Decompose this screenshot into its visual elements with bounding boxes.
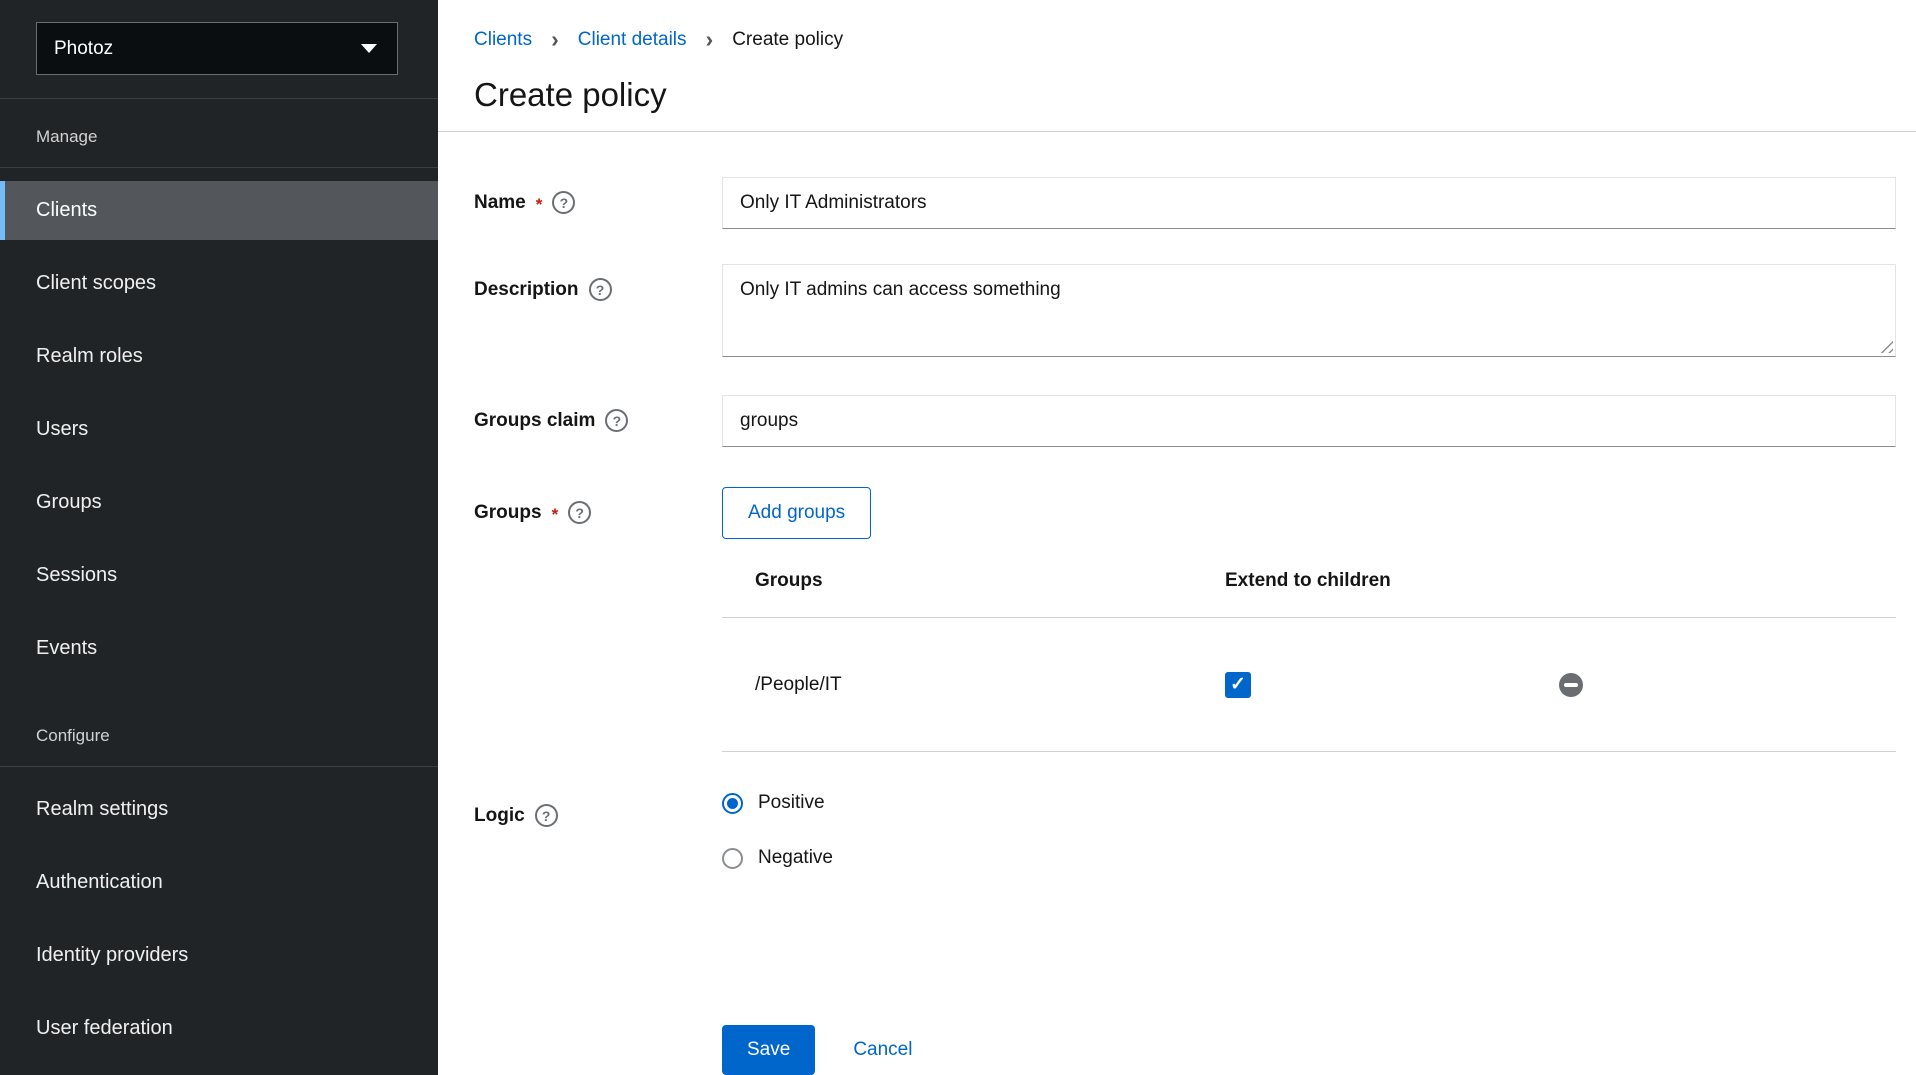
groups-table-header: Groups Extend to children xyxy=(722,552,1896,618)
app-window: Photoz Manage Clients Client scopes Real… xyxy=(0,0,1916,1075)
nav-group-configure: Configure Realm settings Authentication … xyxy=(0,722,438,1058)
logic-label: Logic ? xyxy=(474,790,722,900)
logic-option-negative: Negative xyxy=(722,845,1896,871)
create-policy-form: Name * ? Description ? Only IT admins ca… xyxy=(438,132,1916,1075)
help-icon[interactable]: ? xyxy=(605,409,628,432)
sidebar-item-users[interactable]: Users xyxy=(0,400,438,459)
sidebar-item-client-scopes[interactable]: Client scopes xyxy=(0,254,438,313)
actions-field: Save Cancel xyxy=(722,900,1896,1075)
groups-claim-label-text: Groups claim xyxy=(474,408,595,434)
logic-field: Positive Negative xyxy=(722,790,1896,900)
column-header-groups: Groups xyxy=(722,568,1225,594)
sidebar-item-clients[interactable]: Clients xyxy=(0,181,438,240)
name-row: Name * ? xyxy=(474,177,1896,229)
nav-group-label-configure: Configure xyxy=(0,722,438,767)
description-row: Description ? Only IT admins can access … xyxy=(474,264,1896,357)
breadcrumb-current: Create policy xyxy=(732,30,843,50)
table-row: /People/IT ✓ xyxy=(722,618,1896,752)
nav-group-manage: Manage Clients Client scopes Realm roles… xyxy=(0,123,438,678)
form-actions: Save Cancel xyxy=(722,1025,1896,1075)
positive-radio-label[interactable]: Positive xyxy=(758,790,825,816)
help-icon[interactable]: ? xyxy=(535,804,558,827)
sidebar: Photoz Manage Clients Client scopes Real… xyxy=(0,0,438,1075)
negative-radio[interactable] xyxy=(722,848,743,869)
groups-claim-input[interactable] xyxy=(722,395,1896,447)
sidebar-item-identity-providers[interactable]: Identity providers xyxy=(0,926,438,985)
name-input[interactable] xyxy=(722,177,1896,229)
form-actions-row: Save Cancel xyxy=(474,900,1896,1075)
breadcrumb-link-client-details[interactable]: Client details xyxy=(578,30,687,50)
groups-claim-row: Groups claim ? xyxy=(474,395,1896,447)
realm-selector-value: Photoz xyxy=(54,38,113,60)
breadcrumb-link-clients[interactable]: Clients xyxy=(474,30,532,50)
nav-group-label-manage: Manage xyxy=(0,123,438,168)
caret-down-icon xyxy=(361,44,377,53)
nav-items-manage: Clients Client scopes Realm roles Users … xyxy=(0,181,438,678)
sidebar-item-events[interactable]: Events xyxy=(0,619,438,678)
description-label: Description ? xyxy=(474,264,722,357)
name-label: Name * ? xyxy=(474,177,722,229)
sidebar-item-realm-settings[interactable]: Realm settings xyxy=(0,780,438,839)
groups-claim-label: Groups claim ? xyxy=(474,395,722,447)
chevron-right-icon: › xyxy=(706,29,714,49)
extend-to-children-checkbox[interactable]: ✓ xyxy=(1225,672,1251,698)
actions-spacer xyxy=(474,900,722,1075)
logic-option-positive: Positive xyxy=(722,790,1896,816)
groups-field: Add groups Groups Extend to children /Pe… xyxy=(722,487,1896,752)
column-header-actions xyxy=(1559,568,1896,594)
nav-items-configure: Realm settings Authentication Identity p… xyxy=(0,780,438,1058)
sidebar-item-authentication[interactable]: Authentication xyxy=(0,853,438,912)
help-icon[interactable]: ? xyxy=(589,278,612,301)
name-label-text: Name xyxy=(474,190,526,216)
description-field: Only IT admins can access something xyxy=(722,264,1896,357)
sidebar-item-realm-roles[interactable]: Realm roles xyxy=(0,327,438,386)
sidebar-nav: Manage Clients Client scopes Realm roles… xyxy=(0,99,438,1058)
description-label-text: Description xyxy=(474,277,579,303)
groups-claim-field xyxy=(722,395,1896,447)
column-header-extend-to-children: Extend to children xyxy=(1225,568,1559,594)
remove-group-button[interactable] xyxy=(1559,673,1583,697)
groups-table: Groups Extend to children /People/IT ✓ xyxy=(722,552,1896,752)
logic-label-text: Logic xyxy=(474,803,525,829)
add-groups-button[interactable]: Add groups xyxy=(722,487,871,539)
sidebar-item-sessions[interactable]: Sessions xyxy=(0,546,438,605)
realm-selector[interactable]: Photoz xyxy=(36,22,398,75)
groups-label-text: Groups xyxy=(474,500,542,526)
check-icon: ✓ xyxy=(1230,675,1246,694)
name-field xyxy=(722,177,1896,229)
groups-label: Groups * ? xyxy=(474,487,722,752)
required-asterisk: * xyxy=(536,192,543,218)
groups-row: Groups * ? Add groups Groups Extend to c… xyxy=(474,487,1896,752)
help-icon[interactable]: ? xyxy=(568,501,591,524)
page-title: Create policy xyxy=(474,75,1896,115)
sidebar-item-groups[interactable]: Groups xyxy=(0,473,438,532)
page-header: Clients › Client details › Create policy… xyxy=(438,0,1916,132)
required-asterisk: * xyxy=(552,502,559,528)
help-icon[interactable]: ? xyxy=(552,191,575,214)
description-textarea[interactable]: Only IT admins can access something xyxy=(722,264,1896,357)
sidebar-item-user-federation[interactable]: User federation xyxy=(0,999,438,1058)
extend-to-children-cell: ✓ xyxy=(1225,672,1559,698)
negative-radio-label[interactable]: Negative xyxy=(758,845,833,871)
logic-row: Logic ? Positive Negative xyxy=(474,790,1896,900)
save-button[interactable]: Save xyxy=(722,1025,815,1075)
positive-radio[interactable] xyxy=(722,793,743,814)
group-path-cell: /People/IT xyxy=(722,674,1225,696)
chevron-right-icon: › xyxy=(551,29,559,49)
main-content: Clients › Client details › Create policy… xyxy=(438,0,1916,1075)
cancel-button[interactable]: Cancel xyxy=(853,1039,912,1061)
breadcrumb: Clients › Client details › Create policy xyxy=(474,30,1896,50)
